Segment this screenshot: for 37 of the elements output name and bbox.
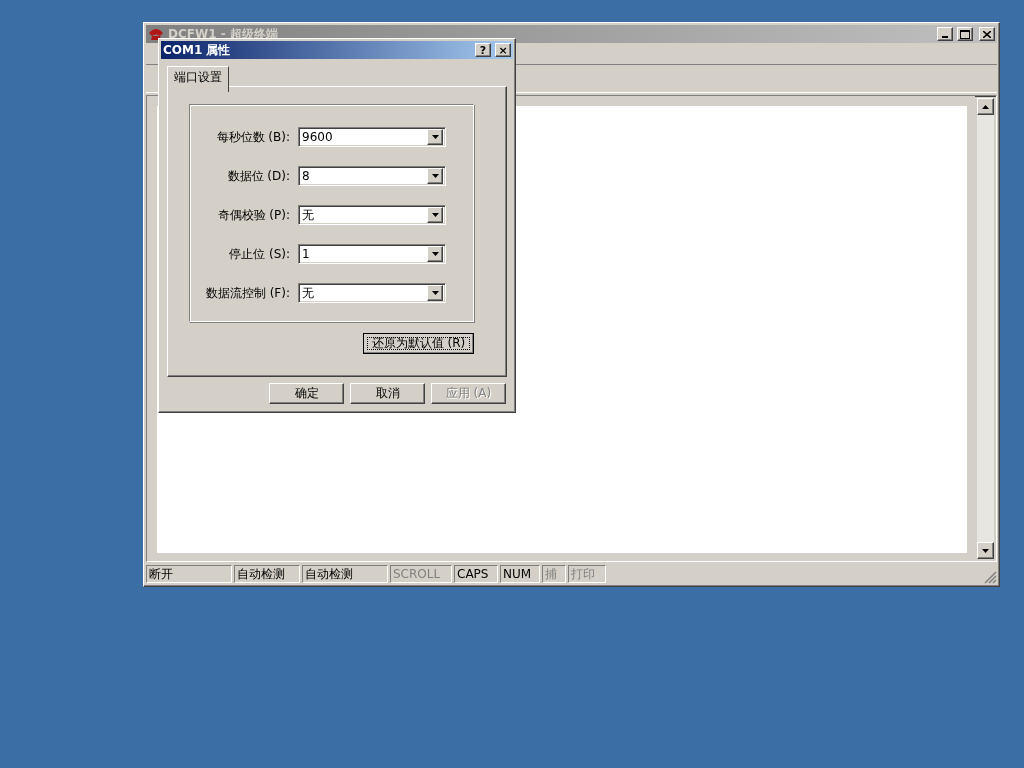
status-pane: 自动检测 (302, 565, 388, 583)
dropdown[interactable]: 9600 (298, 127, 446, 147)
close-icon (983, 30, 991, 38)
dialog-button[interactable]: 取消 (350, 383, 425, 404)
up-arrow-icon (982, 104, 989, 109)
down-arrow-icon (431, 291, 439, 295)
dropdown[interactable]: 无 (298, 283, 446, 303)
down-arrow-icon (431, 135, 439, 139)
field-label: 数据位 (D): (226, 167, 291, 185)
dropdown[interactable]: 1 (298, 244, 446, 264)
status-pane: 断开 (146, 565, 232, 583)
down-arrow-icon (982, 548, 989, 553)
status-pane: 捕 (542, 565, 566, 583)
help-button[interactable]: ? (475, 43, 491, 57)
dialog-title: COM1 属性 (163, 41, 232, 59)
field-label: 停止位 (S): (228, 245, 291, 263)
maximize-icon (960, 29, 970, 39)
tab[interactable]: 端口设置 (167, 66, 229, 92)
field-label: 数据流控制 (F): (204, 284, 291, 302)
close-button[interactable]: × (495, 43, 511, 57)
dropdown[interactable]: 8 (298, 166, 446, 186)
down-arrow-icon (431, 174, 439, 178)
resize-grip-icon[interactable] (983, 570, 997, 584)
scrollbar[interactable] (977, 98, 994, 559)
field-label: 每秒位数 (B): (215, 128, 291, 146)
field-label: 奇偶校验 (P): (216, 206, 291, 224)
status-pane: NUM (500, 565, 540, 583)
down-arrow-icon (431, 252, 439, 256)
phone-icon (148, 27, 164, 41)
dialog-button[interactable]: 确定 (269, 383, 344, 404)
reset-defaults-button[interactable]: 还原为默认值 (R) (363, 333, 474, 354)
status-pane: SCROLL (390, 565, 452, 583)
status-pane: CAPS (454, 565, 498, 583)
down-arrow-icon (431, 213, 439, 217)
dropdown[interactable]: 无 (298, 205, 446, 225)
status-pane: 自动检测 (234, 565, 300, 583)
status-pane: 打印 (568, 565, 606, 583)
